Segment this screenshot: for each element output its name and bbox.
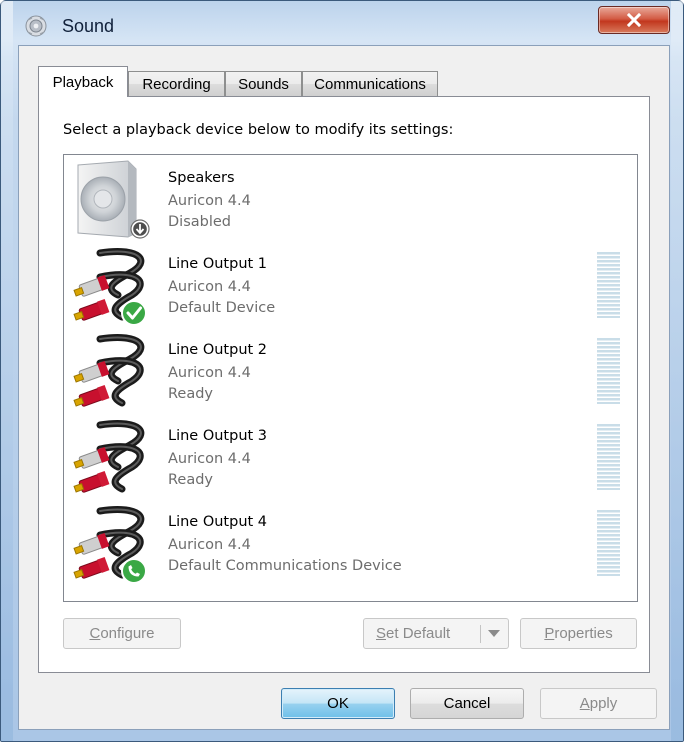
configure-label: onfigure <box>100 625 155 642</box>
set-default-mnemonic: S <box>376 625 387 642</box>
volume-level-meter <box>597 252 620 318</box>
rca-cable-icon <box>73 248 147 326</box>
tab-recording[interactable]: Recording <box>128 71 225 96</box>
speaker-icon <box>77 160 150 239</box>
device-status: Ready <box>168 472 214 488</box>
device-item-line-output-1[interactable]: Line Output 1 Auricon 4.4 Default Device <box>64 243 637 329</box>
volume-level-meter <box>597 424 620 490</box>
device-item-speakers[interactable]: Speakers Auricon 4.4 Disabled <box>64 157 637 243</box>
device-item-line-output-3[interactable]: Line Output 3 Auricon 4.4 Ready <box>64 415 637 501</box>
device-name: Line Output 4 <box>168 514 268 530</box>
device-status: Ready <box>168 386 214 402</box>
communications-phone-badge <box>121 558 147 584</box>
device-driver: Auricon 4.4 <box>168 537 251 553</box>
device-name: Line Output 2 <box>168 342 268 358</box>
playback-tab-page: Select a playback device below to modify… <box>38 96 650 673</box>
tab-sounds[interactable]: Sounds <box>225 71 302 96</box>
device-driver: Auricon 4.4 <box>168 365 251 381</box>
instruction-text: Select a playback device below to modify… <box>63 122 454 138</box>
device-item-line-output-4[interactable]: Line Output 4 Auricon 4.4 Default Commun… <box>64 501 637 587</box>
apply-mnemonic: A <box>579 695 590 712</box>
device-status: Default Communications Device <box>168 558 402 574</box>
properties-button[interactable]: Properties <box>520 618 637 649</box>
device-driver: Auricon 4.4 <box>168 451 251 467</box>
apply-label: pply <box>589 695 618 712</box>
properties-label: roperties <box>554 625 613 642</box>
speaker-icon <box>25 15 47 37</box>
rca-cable-icon <box>73 506 147 584</box>
tab-playback[interactable]: Playback <box>38 66 128 97</box>
cancel-button[interactable]: Cancel <box>410 688 524 719</box>
device-name: Line Output 1 <box>168 256 268 272</box>
default-checkmark-badge <box>121 300 147 326</box>
set-default-button[interactable]: Set Default <box>363 618 509 649</box>
dropdown-arrow-icon[interactable] <box>488 630 500 637</box>
device-item-line-output-2[interactable]: Line Output 2 Auricon 4.4 Ready <box>64 329 637 415</box>
split-button-divider <box>480 625 481 643</box>
device-status: Default Device <box>168 300 276 316</box>
device-list[interactable]: Speakers Auricon 4.4 Disabled Line Outpu… <box>63 154 638 602</box>
device-name: Speakers <box>168 170 235 186</box>
close-button[interactable] <box>598 6 670 34</box>
properties-mnemonic: P <box>544 625 555 642</box>
volume-level-meter <box>597 510 620 576</box>
device-driver: Auricon 4.4 <box>168 193 251 209</box>
set-default-label: et Default <box>386 625 451 642</box>
tab-communications[interactable]: Communications <box>302 71 438 96</box>
volume-level-meter <box>597 338 620 404</box>
rca-cable-icon <box>73 334 145 407</box>
dialog-client-area: Playback Recording Sounds Communications… <box>18 45 670 730</box>
disabled-down-arrow-badge <box>130 219 150 239</box>
apply-button[interactable]: Apply <box>540 688 657 719</box>
device-status: Disabled <box>168 214 231 230</box>
device-name: Line Output 3 <box>168 428 268 444</box>
device-driver: Auricon 4.4 <box>168 279 251 295</box>
rca-cable-icon <box>73 420 145 493</box>
window-title: Sound <box>62 16 115 36</box>
close-icon <box>627 13 641 27</box>
configure-mnemonic: C <box>89 625 101 642</box>
ok-button[interactable]: OK <box>281 688 395 719</box>
configure-button[interactable]: Configure <box>63 618 181 649</box>
